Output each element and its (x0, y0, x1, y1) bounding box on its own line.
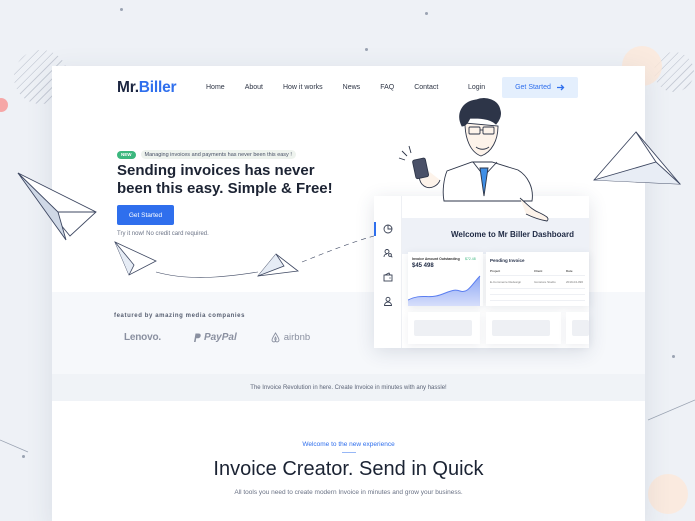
logo[interactable]: Mr.Biller (117, 79, 177, 97)
area-fill (408, 276, 480, 306)
nav-home[interactable]: Home (206, 84, 225, 91)
dashboard-mockup: Welcome to Mr Biller Dashboard Invoice A… (374, 196, 589, 348)
peach-circle-decoration (648, 474, 688, 514)
outstanding-value: $45 498 (412, 263, 434, 269)
nav-about[interactable]: About (245, 84, 263, 91)
outstanding-chart-card: Invoice Amount Outstanding $72.48 $45 49… (408, 252, 483, 306)
placeholder-bar (572, 320, 589, 336)
paypal-logo-text: PayPal (203, 332, 237, 343)
pending-header-project: Project (490, 269, 501, 273)
dashboard-header: Welcome to Mr Biller Dashboard (402, 218, 589, 254)
outstanding-tag: $72.48 (465, 257, 476, 261)
dot-decoration (22, 455, 25, 458)
nav-how-it-works[interactable]: How it works (283, 84, 323, 91)
nav-news[interactable]: News (343, 84, 361, 91)
wallet-icon (383, 272, 393, 282)
revolution-text: The Invoice Revolution in here. Create I… (250, 384, 447, 391)
pending-invoice-card: Pending Invoice Project Client Date E-Co… (486, 252, 589, 306)
featured-label: featured by amazing media companies (114, 313, 246, 319)
dot-decoration (365, 48, 368, 51)
divider (490, 288, 585, 289)
section-title: Invoice Creator. Send in Quick (213, 458, 484, 480)
partner-logos: Lenovo. PayPal airbnb (124, 332, 310, 343)
paypal-icon (193, 333, 201, 342)
pending-headers: Project Client Date (490, 269, 589, 273)
placeholder-bar (492, 320, 550, 336)
divider (490, 300, 585, 301)
decoration-line (647, 399, 695, 421)
logo-right-text: Biller (138, 79, 177, 96)
pending-cell-client: Iconstore Studio (534, 280, 556, 284)
nav-contact[interactable]: Contact (414, 84, 438, 91)
pending-cell-project: E-Commerce Redesign (490, 280, 522, 284)
hero-title: Sending invoices has never been this eas… (117, 162, 333, 197)
pending-header-client: Client (534, 269, 543, 273)
arrow-right-icon (556, 84, 565, 91)
decoration-line (0, 439, 29, 453)
pending-title: Pending Invoice (490, 258, 525, 263)
paper-plane-icon (114, 241, 157, 276)
get-started-nav-label: Get Started (515, 84, 551, 91)
placeholder-bar (414, 320, 472, 336)
flight-path (301, 235, 375, 263)
paper-plane-icon (257, 253, 300, 277)
hero-get-started-button[interactable]: Get Started (117, 205, 174, 225)
dot-decoration (672, 355, 675, 358)
airbnb-logo-text: airbnb (283, 332, 311, 343)
pie-chart-icon (383, 224, 393, 234)
section-kicker: Welcome to the new experience (302, 441, 395, 448)
announcement-row: NEW Managing invoices and payments has n… (117, 150, 296, 159)
section-subtitle: All tools you need to create modern Invo… (234, 489, 463, 496)
get-started-nav-button[interactable]: Get Started (502, 77, 578, 98)
divider (490, 275, 585, 276)
revolution-band: The Invoice Revolution in here. Create I… (52, 374, 645, 401)
active-indicator (374, 222, 376, 236)
dashboard-title: Welcome to Mr Biller Dashboard (451, 230, 574, 239)
nav-faq[interactable]: FAQ (380, 84, 394, 91)
placeholder-card (566, 312, 589, 344)
airbnb-logo: airbnb (270, 332, 310, 343)
user-search-icon (383, 249, 393, 258)
outstanding-label: Invoice Amount Outstanding (412, 257, 460, 261)
pending-header-date: Date (566, 269, 573, 273)
dashboard-sidebar (374, 196, 402, 348)
login-link[interactable]: Login (468, 84, 485, 91)
announcement-text: Managing invoices and payments has never… (140, 150, 296, 159)
flight-path (155, 271, 259, 278)
dot-decoration (425, 12, 428, 15)
placeholder-card (486, 312, 561, 344)
main-nav: Home About How it works News FAQ Contact (206, 84, 458, 91)
new-badge: NEW (117, 150, 136, 159)
hero-note: Try it now! No credit card required. (117, 231, 209, 237)
lenovo-logo: Lenovo. (124, 332, 161, 343)
pink-dot-decoration (0, 98, 8, 112)
paypal-logo: PayPal (193, 332, 237, 343)
user-icon (384, 296, 392, 306)
area-chart (408, 275, 481, 306)
airbnb-icon (271, 332, 280, 343)
table-row[interactable]: E-Commerce Redesign Iconstore Studio 201… (490, 280, 589, 284)
landing-page-card: Mr.Biller Home About How it works News F… (52, 66, 645, 521)
divider (490, 294, 585, 295)
dot-decoration (120, 8, 123, 11)
logo-left-text: Mr. (117, 79, 139, 96)
placeholder-card (408, 312, 480, 344)
pending-cell-date: 2019-04-096 (566, 280, 584, 284)
kicker-underline (342, 452, 356, 453)
